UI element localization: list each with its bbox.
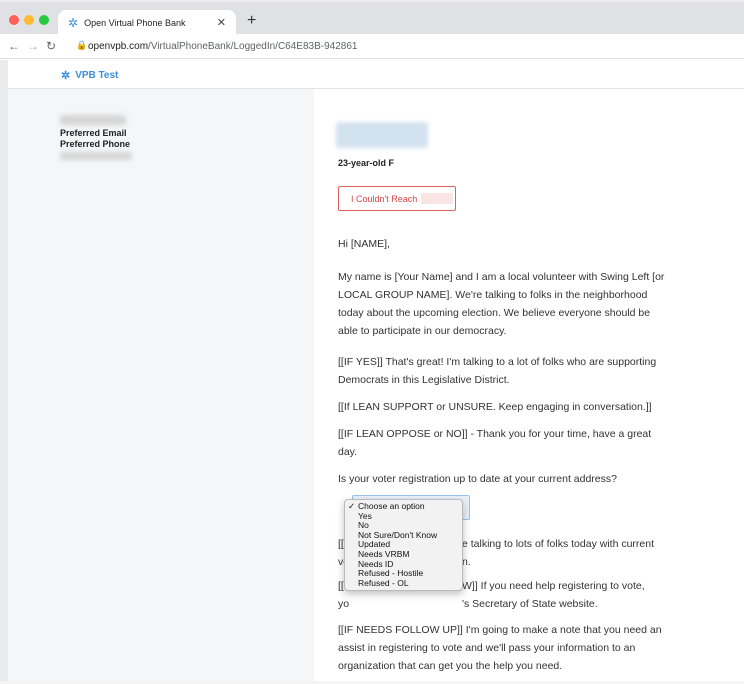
couldnt-reach-button[interactable]: I Couldn't Reach: [338, 186, 456, 211]
dropdown-option[interactable]: Refused - OL: [345, 578, 462, 589]
brand-link[interactable]: ✲ VPB Test: [61, 69, 118, 82]
left-edge: [0, 60, 8, 684]
intro-line-1: My name is [Your Name] and I am a local …: [338, 271, 665, 283]
follow-up-line-1: [[IF NEEDS FOLLOW UP]] I'm going to make…: [338, 624, 662, 636]
updated-line-1-end: e talking to lots of folks today with cu…: [462, 538, 655, 550]
browser-toolbar: ← → ↻ 🔒 openvpb.com/VirtualPhoneBank/Log…: [0, 34, 744, 59]
preferred-email-label: Preferred Email: [60, 128, 127, 138]
window-close-button[interactable]: [9, 15, 19, 25]
browser-tabstrip: ✲ Open Virtual Phone Bank ✕ +: [0, 0, 744, 36]
follow-up-line-3: organization that can get you the help y…: [338, 660, 563, 672]
lock-icon: 🔒: [76, 40, 88, 50]
app-header: ✲ VPB Test: [8, 60, 744, 89]
age-gender: 23-year-old F: [338, 158, 395, 168]
checkmark-icon: ✓: [348, 501, 356, 511]
window-maximize-button[interactable]: [39, 15, 49, 25]
close-icon[interactable]: ✕: [217, 16, 226, 29]
lean-support-line: [[If LEAN SUPPORT or UNSURE. Keep engagi…: [338, 401, 652, 413]
intro-line-3: today about the upcoming election. We be…: [338, 307, 651, 319]
gear-icon: ✲: [61, 70, 71, 82]
tab-title: Open Virtual Phone Bank: [84, 18, 186, 28]
intro-line-2: LOCAL GROUP NAME]. We're talking to folk…: [338, 289, 648, 301]
greeting: Hi [NAME],: [338, 238, 390, 250]
intro-line-4: able to participate in our democracy.: [338, 325, 507, 337]
url-host: openvpb.com: [88, 41, 149, 52]
redacted-contact: [60, 152, 132, 160]
redacted-contact-name: [336, 122, 428, 148]
address-bar[interactable]: openvpb.com/VirtualPhoneBank/LoggedIn/C6…: [88, 41, 357, 52]
lean-oppose-line-2: day.: [338, 446, 358, 458]
registration-dropdown-menu: ✓ Choose an option Yes No Not Sure/Don't …: [344, 499, 463, 592]
follow-up-line-2: assist in registering to vote and we'll …: [338, 642, 636, 654]
updated-line-2-end: n.: [462, 556, 471, 568]
reload-icon[interactable]: ↻: [46, 39, 56, 53]
window-minimize-button[interactable]: [24, 15, 34, 25]
contact-sidebar: Preferred Email Preferred Phone: [8, 89, 314, 684]
brand-name: VPB Test: [75, 70, 119, 81]
register-line-2-end: 's Secretary of State website.: [462, 598, 598, 610]
couldnt-reach-label: I Couldn't Reach: [351, 193, 418, 204]
preferred-phone-label: Preferred Phone: [60, 139, 131, 149]
browser-tab[interactable]: ✲ Open Virtual Phone Bank ✕: [58, 10, 236, 36]
back-arrow-icon[interactable]: ←: [8, 39, 20, 53]
redacted-name: [421, 193, 454, 204]
forward-arrow-icon[interactable]: →: [27, 39, 39, 53]
registration-question: Is your voter registration up to date at…: [338, 473, 617, 485]
if-yes-line-1: [[IF YES]] That's great! I'm talking to …: [338, 356, 657, 368]
script-panel: 23-year-old F I Couldn't Reach Hi [NAME]…: [314, 89, 744, 684]
lean-oppose-line-1: [[IF LEAN OPPOSE or NO]] - Thank you for…: [338, 428, 652, 440]
new-tab-button[interactable]: +: [247, 12, 256, 30]
redacted-name: [60, 115, 126, 125]
gear-icon: ✲: [68, 16, 79, 30]
url-path: /VirtualPhoneBank/LoggedIn/C64E83B-94286…: [148, 41, 358, 52]
if-yes-line-2: Democrats in this Legislative District.: [338, 374, 510, 386]
register-line-1-end: W]] If you need help registering to vote…: [462, 580, 645, 592]
